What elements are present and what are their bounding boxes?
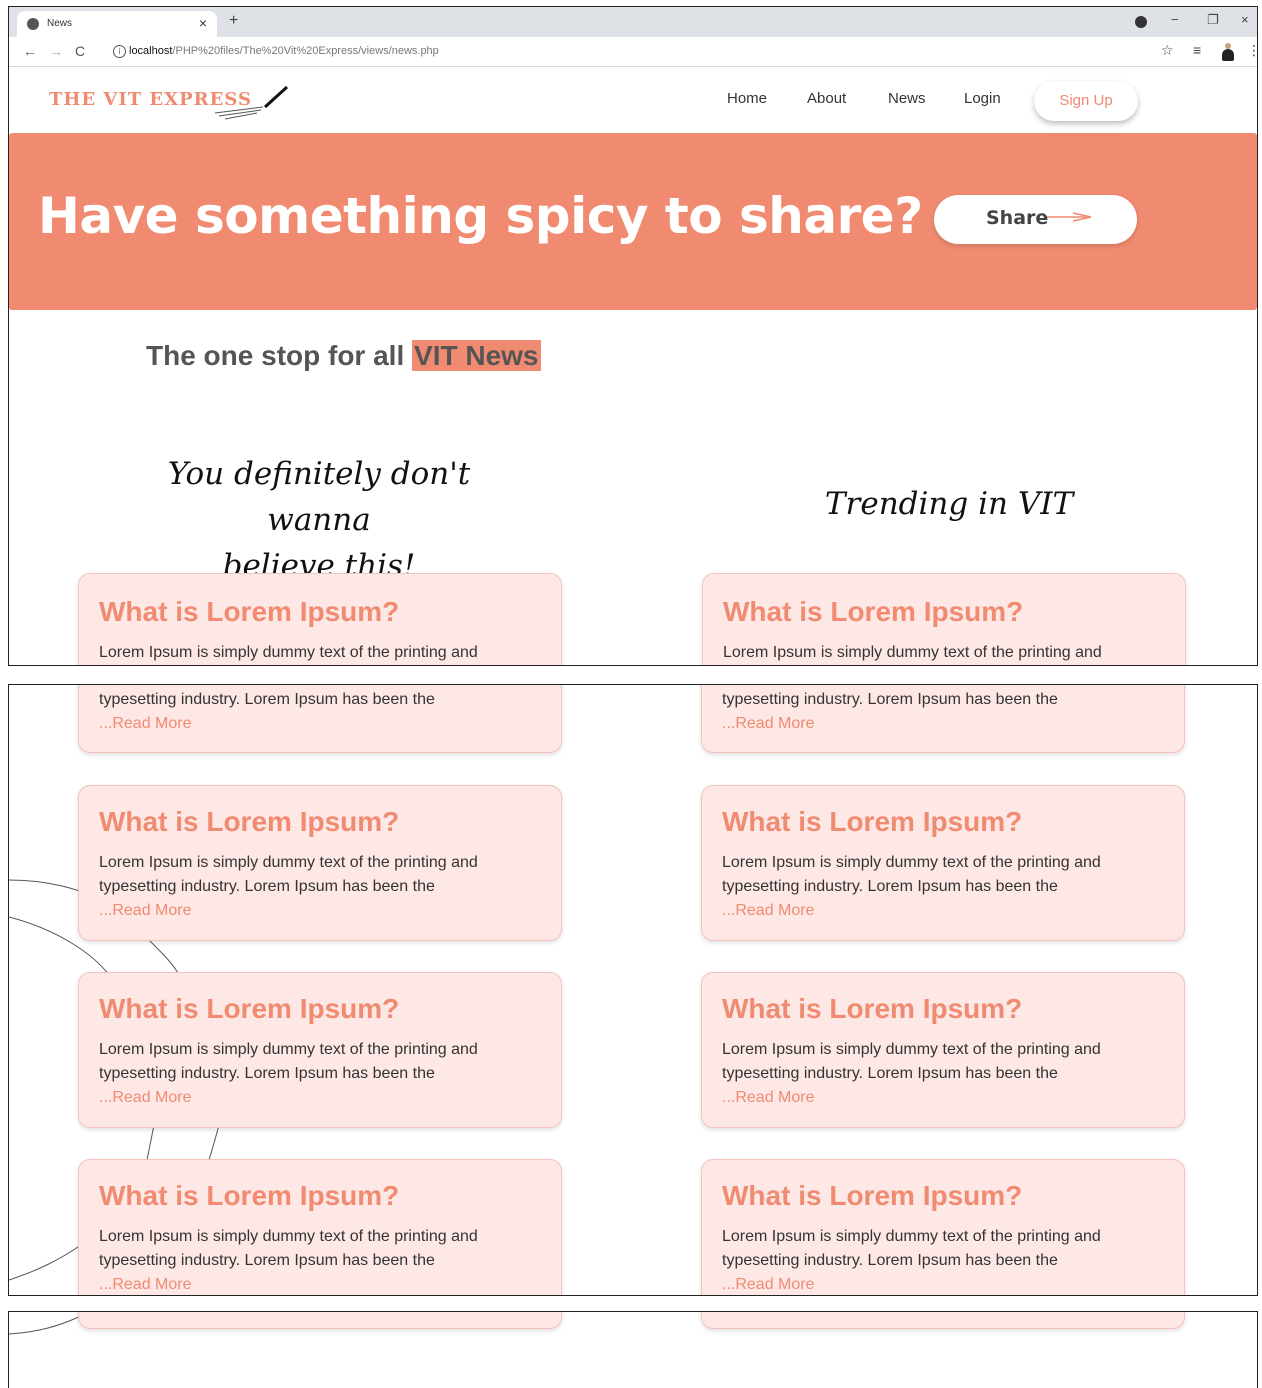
read-more-link[interactable]: ...Read More	[99, 899, 541, 923]
news-card-title[interactable]: What is Lorem Ipsum?	[722, 1176, 1164, 1216]
info-icon[interactable]: i	[113, 45, 126, 58]
news-card[interactable]: What is Lorem Ipsum? Lorem Ipsum is simp…	[78, 785, 562, 941]
read-more-link[interactable]: ...Read More	[99, 712, 541, 736]
news-card-title[interactable]: What is Lorem Ipsum?	[723, 592, 1165, 632]
bookmark-star-icon[interactable]: ☆	[1161, 42, 1174, 59]
nav-about[interactable]: About	[807, 90, 846, 107]
section-heading-left-line1: You definitely don't wanna	[167, 456, 471, 538]
nav-home[interactable]: Home	[727, 90, 767, 107]
url-field[interactable]: localhost/PHP%20files/The%20Vit%20Expres…	[129, 45, 439, 57]
hero-title: Have something spicy to share?	[38, 187, 923, 245]
read-more-link[interactable]: ...Read More	[722, 1086, 1164, 1110]
news-card-excerpt: Lorem Ipsum is simply dummy text of the …	[99, 1038, 519, 1086]
news-card-excerpt: Lorem Ipsum is simply dummy text of the …	[99, 1225, 519, 1273]
browser-tabstrip: News × + − ❐ ×	[9, 7, 1257, 37]
read-more-link[interactable]: ...Read More	[722, 1273, 1164, 1295]
minimize-icon[interactable]: −	[1171, 12, 1179, 27]
news-card-excerpt: typesetting industry. Lorem Ipsum has be…	[722, 688, 1142, 712]
news-card-bottom-edge	[701, 1312, 1185, 1329]
media-queue-icon[interactable]: ≡	[1193, 42, 1201, 58]
hero-banner: Have something spicy to share? Share	[9, 133, 1257, 310]
news-card-excerpt-line1: Lorem Ipsum is simply dummy text of the …	[99, 1041, 478, 1058]
url-host: localhost	[129, 45, 173, 57]
news-card-excerpt-line2: typesetting industry. Lorem Ipsum has be…	[99, 1252, 435, 1269]
news-card[interactable]: What is Lorem Ipsum? Lorem Ipsum is simp…	[78, 573, 562, 665]
news-card[interactable]: What is Lorem Ipsum? Lorem Ipsum is simp…	[702, 573, 1186, 665]
share-button-label: Share	[986, 207, 1049, 229]
news-card-title[interactable]: What is Lorem Ipsum?	[99, 592, 541, 632]
news-card-excerpt-line2: typesetting industry. Lorem Ipsum has be…	[99, 878, 435, 895]
tagline: The one stop for all VIT News	[146, 340, 541, 372]
news-card-title[interactable]: What is Lorem Ipsum?	[722, 802, 1164, 842]
news-card-excerpt-line1: Lorem Ipsum is simply dummy text of the …	[722, 1041, 1101, 1058]
tab-close-icon[interactable]: ×	[199, 15, 207, 31]
news-card-title[interactable]: What is Lorem Ipsum?	[722, 989, 1164, 1029]
news-card-title[interactable]: What is Lorem Ipsum?	[99, 802, 541, 842]
screenshot-panel-middle: typesetting industry. Lorem Ipsum has be…	[8, 684, 1258, 1296]
news-card-excerpt-line2: typesetting industry. Lorem Ipsum has be…	[99, 691, 435, 708]
news-card-excerpt: Lorem Ipsum is simply dummy text of the …	[99, 851, 519, 899]
back-icon[interactable]: ←	[23, 43, 37, 59]
news-card-excerpt: Lorem Ipsum is simply dummy text of the …	[722, 851, 1142, 899]
section-heading-left: You definitely don't wanna believe this!	[119, 451, 519, 589]
restore-icon[interactable]: ❐	[1207, 12, 1219, 28]
news-card[interactable]: What is Lorem Ipsum? Lorem Ipsum is simp…	[701, 1159, 1185, 1295]
browser-profile-icon[interactable]	[1135, 16, 1147, 28]
globe-icon	[27, 18, 39, 30]
tagline-highlight: VIT News	[412, 340, 541, 371]
read-more-link[interactable]: ...Read More	[99, 1273, 541, 1295]
news-card-excerpt-line1: Lorem Ipsum is simply dummy text of the …	[723, 644, 1102, 661]
nav-login[interactable]: Login	[964, 90, 1001, 107]
news-card-excerpt-line2: typesetting industry. Lorem Ipsum has be…	[722, 1252, 1058, 1269]
arrow-right-icon	[1047, 212, 1092, 222]
news-card-excerpt: Lorem Ipsum is simply dummy text of the …	[722, 1225, 1142, 1273]
pen-icon	[214, 85, 289, 120]
news-card-excerpt-line1: Lorem Ipsum is simply dummy text of the …	[99, 644, 478, 661]
browser-address-bar: ← → C i localhost/PHP%20files/The%20Vit%…	[9, 37, 1257, 67]
news-card-excerpt-line2: typesetting industry. Lorem Ipsum has be…	[722, 878, 1058, 895]
news-card-excerpt-line1: Lorem Ipsum is simply dummy text of the …	[722, 1228, 1101, 1245]
browser-menu-icon[interactable]: ⋮	[1247, 42, 1257, 59]
share-button[interactable]: Share	[934, 195, 1137, 244]
screenshot-panel-bottom	[8, 1311, 1258, 1388]
news-card[interactable]: What is Lorem Ipsum? Lorem Ipsum is simp…	[701, 785, 1185, 941]
news-card-excerpt: typesetting industry. Lorem Ipsum has be…	[99, 688, 519, 712]
news-card-excerpt-line1: Lorem Ipsum is simply dummy text of the …	[722, 854, 1101, 871]
news-card[interactable]: typesetting industry. Lorem Ipsum has be…	[78, 685, 562, 753]
news-card-excerpt: Lorem Ipsum is simply dummy text of the …	[723, 641, 1143, 665]
forward-icon[interactable]: →	[49, 43, 63, 59]
nav-news[interactable]: News	[888, 90, 926, 107]
news-card-excerpt-line1: Lorem Ipsum is simply dummy text of the …	[99, 1228, 478, 1245]
news-card[interactable]: What is Lorem Ipsum? Lorem Ipsum is simp…	[701, 972, 1185, 1128]
url-path: /PHP%20files/The%20Vit%20Express/views/n…	[172, 45, 439, 57]
screenshot-panel-top: News × + − ❐ × ← → C i localhost/PHP%20f…	[8, 6, 1258, 666]
news-card-title[interactable]: What is Lorem Ipsum?	[99, 989, 541, 1029]
news-card-excerpt-line1: Lorem Ipsum is simply dummy text of the …	[99, 854, 478, 871]
news-card-title[interactable]: What is Lorem Ipsum?	[99, 1176, 541, 1216]
read-more-link[interactable]: ...Read More	[99, 1086, 541, 1110]
reload-icon[interactable]: C	[75, 43, 85, 59]
read-more-link[interactable]: ...Read More	[722, 712, 1164, 736]
news-card-excerpt-line2: typesetting industry. Lorem Ipsum has be…	[99, 1065, 435, 1082]
news-card-bottom-edge	[78, 1312, 562, 1329]
browser-tab[interactable]: News ×	[17, 11, 217, 37]
signup-button[interactable]: Sign Up	[1034, 81, 1138, 121]
news-card-excerpt: Lorem Ipsum is simply dummy text of the …	[722, 1038, 1142, 1086]
news-card-excerpt-line2: typesetting industry. Lorem Ipsum has be…	[722, 1065, 1058, 1082]
news-card-excerpt: Lorem Ipsum is simply dummy text of the …	[99, 641, 519, 665]
news-card[interactable]: typesetting industry. Lorem Ipsum has be…	[701, 685, 1185, 753]
news-card[interactable]: What is Lorem Ipsum? Lorem Ipsum is simp…	[78, 1159, 562, 1295]
window-close-icon[interactable]: ×	[1241, 12, 1249, 27]
section-heading-right: Trending in VIT	[824, 486, 1074, 522]
tagline-prefix: The one stop for all	[146, 340, 413, 371]
profile-avatar[interactable]	[1221, 43, 1235, 61]
tab-title: News	[47, 18, 73, 29]
news-card[interactable]: What is Lorem Ipsum? Lorem Ipsum is simp…	[78, 972, 562, 1128]
avatar-body-icon	[1222, 49, 1234, 61]
read-more-link[interactable]: ...Read More	[722, 899, 1164, 923]
news-card-excerpt-line2: typesetting industry. Lorem Ipsum has be…	[722, 691, 1058, 708]
new-tab-icon[interactable]: +	[229, 12, 238, 30]
